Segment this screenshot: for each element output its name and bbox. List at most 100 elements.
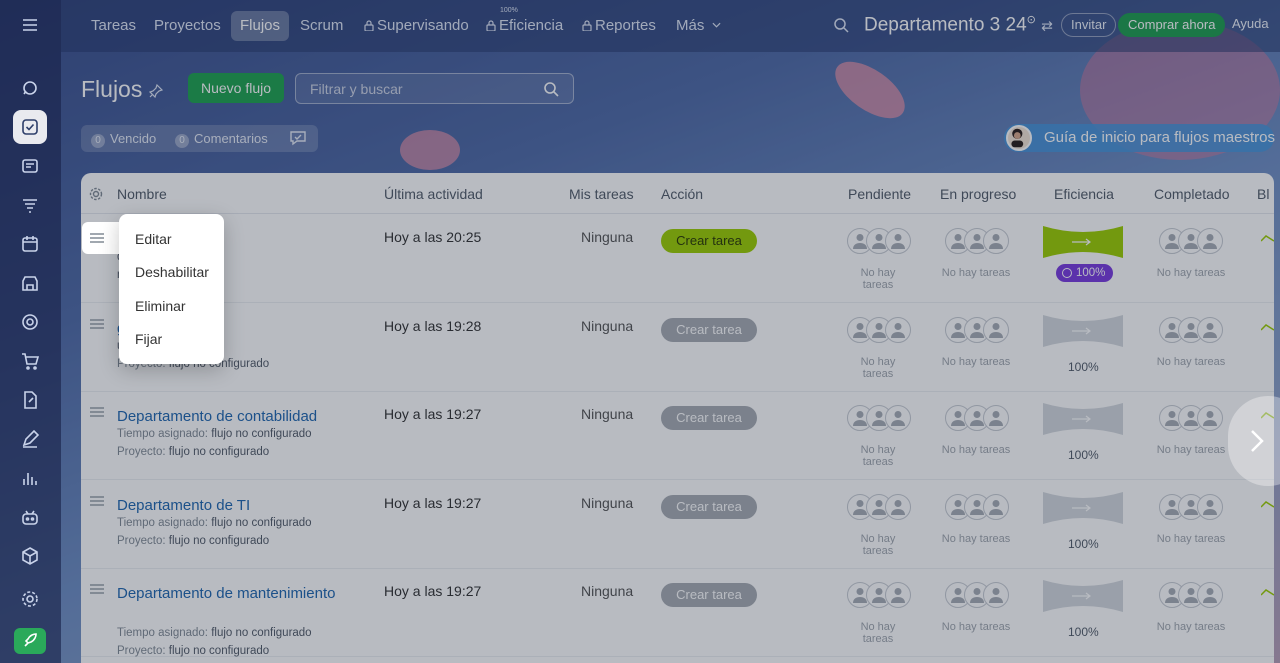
user-icon <box>885 228 911 254</box>
analytics-icon[interactable] <box>13 461 47 495</box>
avatar-group[interactable] <box>847 228 911 256</box>
settings-icon[interactable] <box>13 582 47 616</box>
column-eficiencia[interactable]: Eficiencia <box>1054 186 1114 202</box>
buy-now-button[interactable]: Comprar ahora <box>1118 13 1226 37</box>
column-accion[interactable]: Acción <box>661 186 703 202</box>
chevron-right-icon <box>1251 430 1264 452</box>
chat-icon[interactable] <box>13 71 47 105</box>
menu-item-editar[interactable]: Editar <box>135 231 172 247</box>
column-ultima-actividad[interactable]: Última actividad <box>384 186 483 202</box>
menu-item-deshabilitar[interactable]: Deshabilitar <box>135 264 209 280</box>
avatar-group[interactable] <box>1159 582 1223 610</box>
avatar <box>1006 125 1032 151</box>
last-activity: Hoy a las 19:27 <box>384 406 482 422</box>
counter-overdue[interactable]: 0 Vencido <box>91 131 156 148</box>
department-title[interactable]: Departamento 3 24⊙ ⇄ <box>864 13 1053 36</box>
tab-flujos[interactable]: Flujos <box>231 11 290 41</box>
drag-handle-icon[interactable] <box>90 318 104 329</box>
column-bl[interactable]: Bl <box>1257 186 1269 202</box>
pending-empty: No hay tareas <box>860 355 896 380</box>
filter-search-input[interactable] <box>310 81 530 97</box>
column-en-progreso[interactable]: En progreso <box>940 186 1016 202</box>
create-task-button[interactable]: Crear tarea <box>661 317 757 342</box>
avatar-group[interactable] <box>847 493 911 522</box>
search-icon[interactable] <box>543 81 559 97</box>
meta-value: flujo no configurado <box>211 627 312 639</box>
table-row[interactable]: gal ujo no configuradoProyecto: flujo no… <box>81 303 1274 392</box>
counter-comments[interactable]: 0 Comentarios <box>175 131 268 148</box>
avatar-group[interactable] <box>1159 316 1223 345</box>
avatar-group[interactable] <box>945 405 1009 433</box>
help-button[interactable]: Ayuda <box>1223 13 1278 37</box>
user-icon <box>983 493 1009 520</box>
tab-reportes[interactable]: Reportes <box>573 11 665 41</box>
target-icon[interactable] <box>13 305 47 339</box>
tab-eficiencia[interactable]: Eficiencia <box>477 11 572 41</box>
tab-scrum[interactable]: Scrum <box>291 11 352 41</box>
store-icon[interactable] <box>13 266 47 300</box>
switch-icon[interactable]: ⇄ <box>1041 17 1053 33</box>
drag-handle-icon[interactable] <box>90 407 104 417</box>
table-row[interactable]: Departamento de mantenimiento Tiempo asig… <box>81 568 1274 657</box>
menu-icon[interactable] <box>13 8 47 42</box>
flow-name-link[interactable]: Departamento de contabilidad <box>117 405 347 428</box>
avatar-group[interactable] <box>945 316 1009 345</box>
create-task-button[interactable]: Crear tarea <box>661 494 757 519</box>
completed-empty: No hay tareas <box>1156 267 1226 279</box>
document-sign-icon[interactable] <box>13 383 47 417</box>
search-icon[interactable] <box>833 17 849 33</box>
last-activity: Hoy a las 19:28 <box>384 317 482 334</box>
pin-icon[interactable] <box>149 84 163 98</box>
tasks-icon[interactable] <box>13 110 47 144</box>
efficiency-badge[interactable]: 100% <box>1056 264 1114 282</box>
progress-empty: No hay tareas <box>941 267 1011 279</box>
menu-item-eliminar[interactable]: Eliminar <box>135 298 186 314</box>
drag-handle-icon[interactable] <box>90 495 104 506</box>
avatar-group[interactable] <box>945 493 1009 522</box>
avatar-group[interactable] <box>945 582 1009 610</box>
avatar-group[interactable] <box>1159 405 1223 433</box>
create-task-button[interactable]: Crear tarea <box>661 406 757 430</box>
create-task-button[interactable]: Crear tarea <box>661 583 757 607</box>
avatar-group[interactable] <box>1159 493 1223 522</box>
column-pendiente[interactable]: Pendiente <box>848 186 911 202</box>
start-guide-button[interactable]: Guía de inicio para flujos maestros <box>1004 124 1275 152</box>
rocket-icon[interactable] <box>14 628 46 654</box>
drag-handle-icon[interactable] <box>90 584 104 594</box>
avatar-group[interactable] <box>945 228 1009 256</box>
start-guide-label: Guía de inicio para flujos maestros <box>1044 129 1275 146</box>
pen-icon[interactable] <box>13 422 47 456</box>
table-row[interactable]: Departamento de TI Tiempo asignado: flujo… <box>81 480 1274 569</box>
user-icon <box>1197 405 1223 431</box>
column-completado[interactable]: Completado <box>1154 186 1230 202</box>
column-mis-tareas[interactable]: Mis tareas <box>569 186 634 202</box>
tab-supervisando[interactable]: Supervisando <box>355 11 478 41</box>
invite-button[interactable]: Invitar <box>1061 13 1117 37</box>
tab-tareas[interactable]: Tareas <box>82 11 145 41</box>
table-row[interactable]: ocumentos días n de documentosHoy a las … <box>81 214 1274 303</box>
avatar-group[interactable] <box>847 316 911 345</box>
mark-read-icon[interactable] <box>289 130 307 146</box>
robot-icon[interactable] <box>13 500 47 534</box>
flow-name-link[interactable]: Departamento de mantenimiento <box>117 582 347 605</box>
active-drag-handle[interactable] <box>82 222 122 254</box>
crm-icon[interactable] <box>13 149 47 183</box>
completed-empty: No hay tareas <box>1156 444 1226 456</box>
trend-icon <box>1261 323 1274 331</box>
filter-stack-icon[interactable] <box>13 188 47 222</box>
new-flow-button[interactable]: Nuevo flujo <box>188 73 285 103</box>
cart-icon[interactable] <box>13 344 47 378</box>
avatar-group[interactable] <box>847 405 911 433</box>
menu-item-fijar[interactable]: Fijar <box>135 331 162 347</box>
tab-mas[interactable]: Más <box>667 11 730 41</box>
calendar-icon[interactable] <box>13 227 47 261</box>
avatar-group[interactable] <box>1159 228 1223 256</box>
table-row[interactable]: Departamento de contabilidad Tiempo asign… <box>81 391 1274 480</box>
create-task-button[interactable]: Crear tarea <box>661 229 757 253</box>
flow-name-link[interactable]: Departamento de TI <box>117 494 347 517</box>
tab-proyectos[interactable]: Proyectos <box>145 11 230 41</box>
box-icon[interactable] <box>13 539 47 573</box>
column-nombre[interactable]: Nombre <box>117 186 167 202</box>
gear-icon[interactable] <box>89 187 103 201</box>
avatar-group[interactable] <box>847 582 911 610</box>
